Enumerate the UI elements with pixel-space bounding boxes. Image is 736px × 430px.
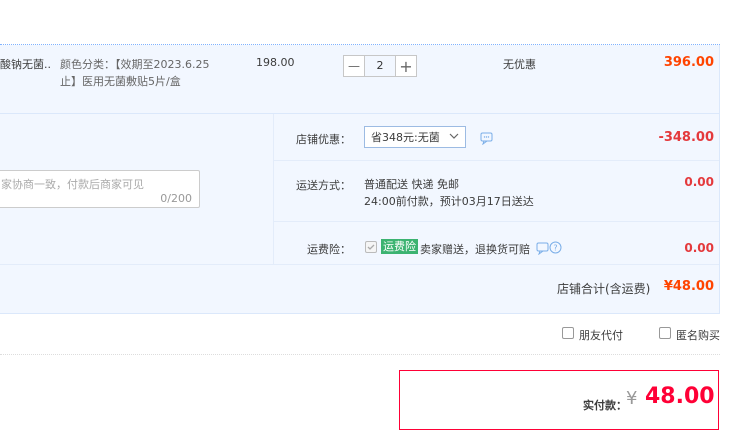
anonymous-label[interactable]: 匿名购买: [676, 327, 720, 343]
insurance-text: 卖家赠送，退换货可赔: [420, 243, 530, 256]
payment-amount: 48.00: [645, 384, 715, 409]
chat-icon[interactable]: [480, 131, 494, 146]
message-counter: 0/200: [160, 192, 192, 205]
insurance-checkbox[interactable]: [365, 241, 377, 253]
insurance-badge: 运费险: [381, 239, 418, 254]
quantity-input[interactable]: 2: [365, 55, 395, 77]
shipping-amount: 0.00: [684, 175, 714, 189]
row-divider-1: [274, 160, 719, 161]
friend-pay-label[interactable]: 朋友代付: [579, 327, 623, 343]
shipping-eta: 24:00前付款，预计03月17日送达: [364, 195, 534, 208]
coupon-select[interactable]: 省348元:无菌: [364, 126, 466, 148]
svg-text:?: ?: [553, 244, 557, 253]
payment-label: 实付款：: [583, 399, 627, 412]
chevron-down-icon: [449, 130, 459, 145]
friend-pay-checkbox[interactable]: [562, 327, 574, 339]
coupon-label: 店铺优惠：: [296, 133, 351, 146]
shipping-info: 普通配送 快递 免邮 24:00前付款，预计03月17日送达: [364, 176, 534, 210]
row-divider-3: [0, 264, 719, 265]
message-box[interactable]: 家协商一致，付款后商家可见 0/200: [0, 170, 200, 208]
item-title[interactable]: 酸钠无菌...: [0, 56, 52, 72]
item-spec-line2: 止】医用无菌敷贴5片/盒: [60, 75, 181, 88]
shop-total-label: 店铺合计(含运费): [557, 282, 651, 296]
item-subtotal: 396.00: [663, 55, 714, 70]
chat-icon[interactable]: [536, 241, 550, 256]
row-divider-2: [274, 221, 719, 222]
item-spec-line1: 颜色分类：【效期至2023.6.25: [60, 58, 210, 71]
message-placeholder: 家协商一致，付款后商家可见: [1, 178, 144, 191]
panel-vertical-divider: [273, 114, 274, 264]
insurance-amount: 0.00: [684, 241, 714, 255]
item-spec: 颜色分类：【效期至2023.6.25 止】医用无菌敷贴5片/盒: [60, 56, 209, 90]
payment-currency: ¥: [626, 388, 638, 409]
quantity-stepper: — 2 +: [343, 55, 417, 77]
insurance-label: 运费险：: [307, 243, 351, 256]
options-divider: [0, 354, 720, 355]
shipping-label: 运送方式：: [296, 179, 351, 192]
item-discount: 无优惠: [503, 58, 536, 71]
help-icon[interactable]: ?: [549, 241, 563, 255]
increase-button[interactable]: +: [395, 55, 417, 77]
shipping-method: 普通配送 快递 免邮: [364, 178, 459, 191]
coupon-select-value: 省348元:无菌: [371, 131, 440, 144]
anonymous-checkbox[interactable]: [659, 327, 671, 339]
coupon-amount: -348.00: [658, 130, 714, 145]
decrease-button[interactable]: —: [343, 55, 365, 77]
shop-total-amount: ¥48.00: [663, 279, 714, 294]
unit-price: 198.00: [256, 56, 295, 69]
